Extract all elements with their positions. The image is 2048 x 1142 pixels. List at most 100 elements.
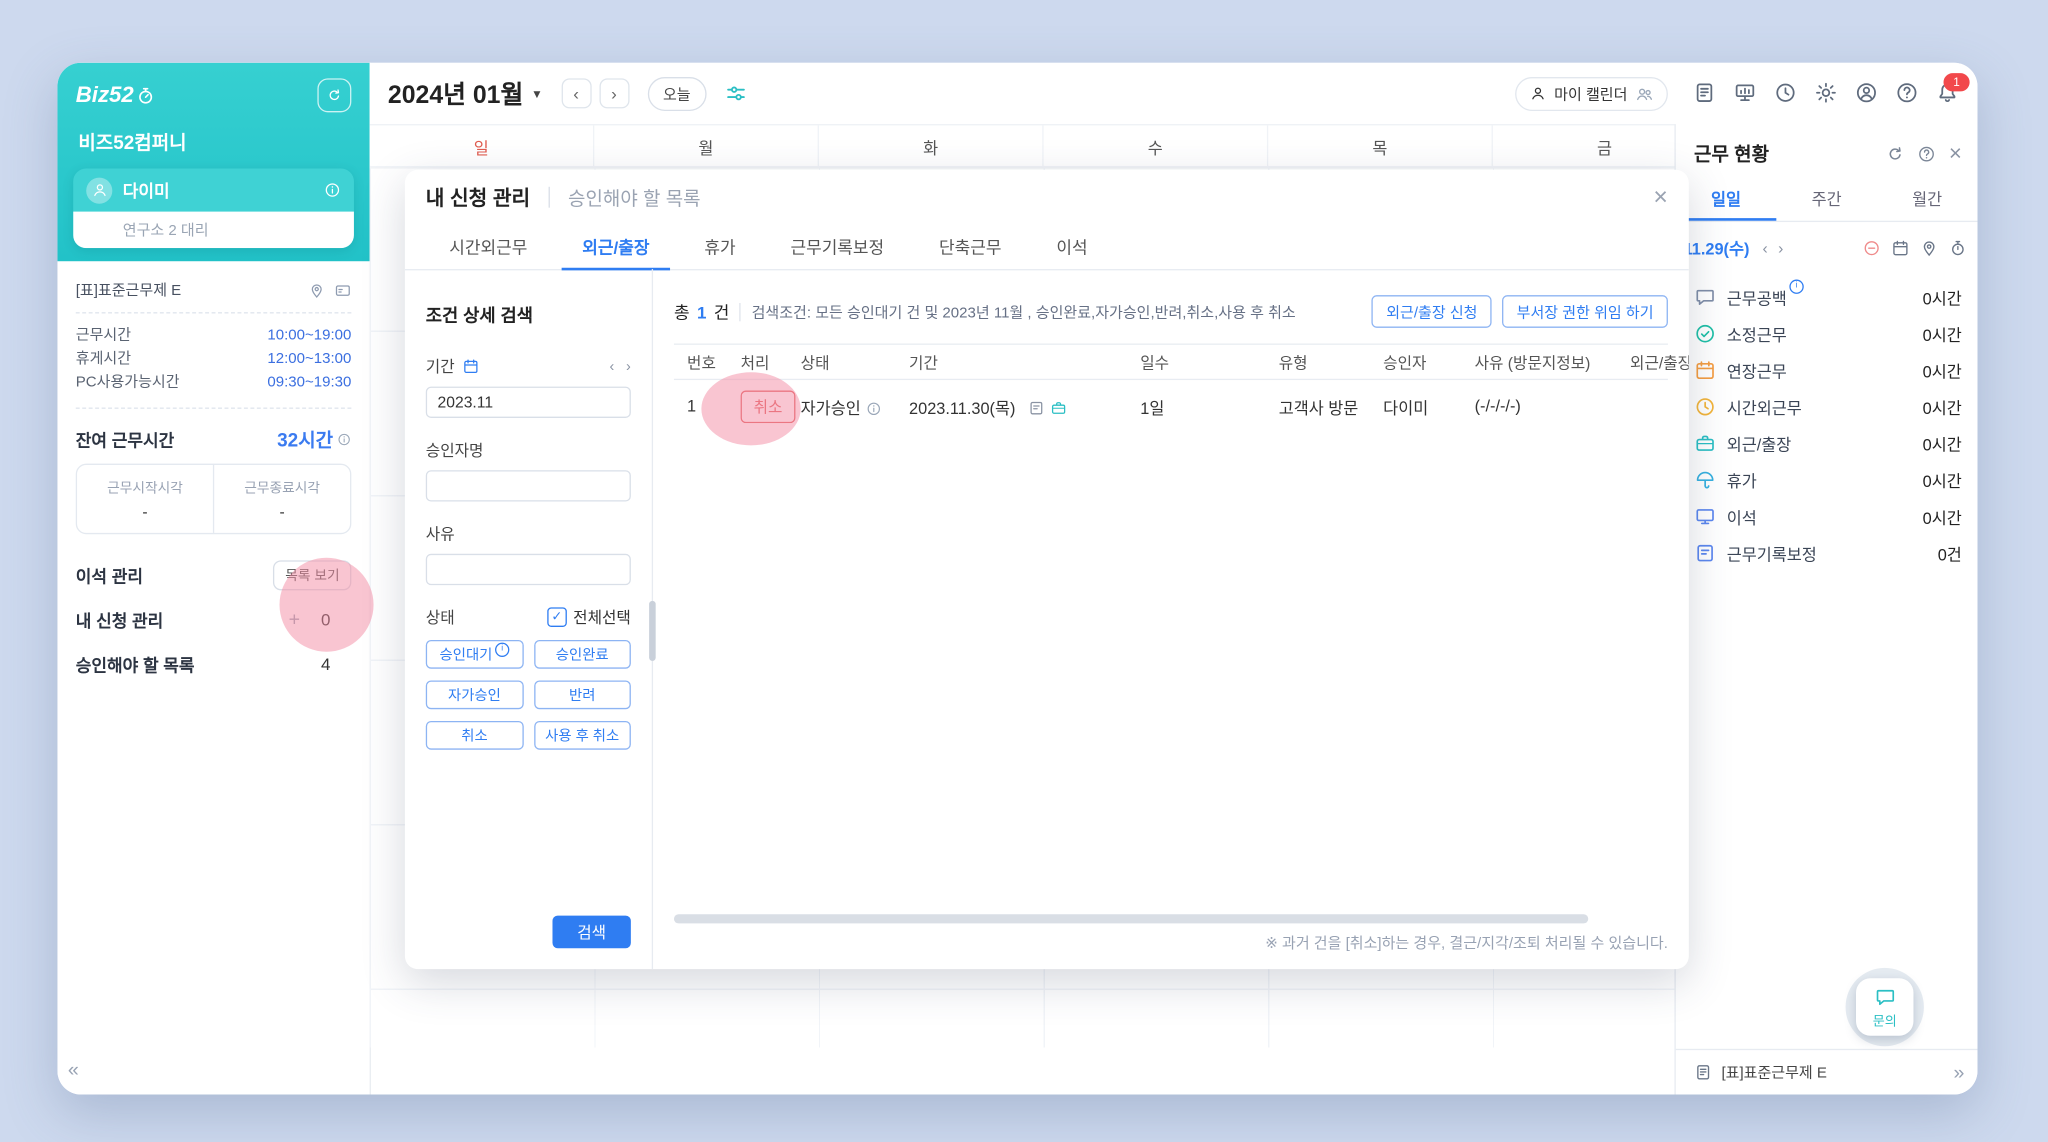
sidebar: Biz52 비즈52컴퍼니 다이미 연구소 2 대리 [표]표준근무제 E 근무…	[57, 62, 371, 1095]
help-icon[interactable]	[1917, 144, 1935, 162]
stat-away: 이석 0시간	[1694, 498, 1962, 535]
tab-business-trip[interactable]: 외근/출장	[561, 225, 671, 271]
calendar-icon[interactable]	[1891, 238, 1909, 256]
status-rejected-button[interactable]: 반려	[533, 680, 631, 710]
stat-label: 외근/출장	[1726, 435, 1792, 454]
stat-value: 0시간	[1922, 472, 1962, 491]
work-time-value: 10:00~19:00	[267, 327, 352, 344]
status-self-approved-button[interactable]: 자가승인	[425, 680, 524, 710]
next-month-button[interactable]: ›	[598, 78, 629, 109]
horizontal-scrollbar[interactable]	[673, 914, 1589, 924]
help-icon[interactable]	[1895, 81, 1919, 105]
stat-label: 근무기록보정	[1726, 545, 1817, 564]
sidebar-item-my-requests[interactable]: 내 신청 관리 + 0	[76, 597, 352, 641]
id-card-icon[interactable]	[334, 281, 351, 298]
checkbox-icon: ✓	[547, 607, 567, 627]
people-icon	[1635, 84, 1653, 102]
timer-icon[interactable]	[1949, 238, 1967, 256]
info-icon[interactable]	[324, 182, 341, 199]
my-calendar-button[interactable]: 마이 캘린더	[1514, 76, 1668, 111]
table-row[interactable]: 1 취소 자가승인 2023.11.30(목) 1일 고객사 방문 다이미 (-…	[674, 380, 1668, 432]
prev-month-button[interactable]: ‹	[561, 78, 592, 109]
reason-input[interactable]	[425, 553, 631, 586]
user-name: 다이미	[122, 181, 170, 202]
period-next-icon[interactable]: ›	[626, 359, 631, 375]
prev-day-icon[interactable]: ‹	[1763, 238, 1768, 256]
sidebar-item-approvals[interactable]: 승인해야 할 목록 4	[76, 641, 352, 685]
close-icon[interactable]: ×	[1949, 142, 1962, 164]
cancel-footnote: ※ 과거 건을 [취소]하는 경우, 결근/지각/조퇴 처리될 수 있습니다.	[1265, 936, 1668, 953]
refresh-icon[interactable]	[1886, 144, 1904, 162]
stat-value: 0시간	[1922, 435, 1962, 454]
status-canceled-after-use-button[interactable]: 사용 후 취소	[533, 720, 631, 750]
add-request-icon[interactable]: +	[289, 608, 300, 630]
close-icon[interactable]: ×	[1653, 185, 1668, 210]
sync-button[interactable]	[317, 78, 352, 113]
record-icon[interactable]	[1028, 399, 1045, 416]
sidebar-item-away-management[interactable]: 이석 관리 목록 보기	[76, 552, 352, 596]
gear-icon[interactable]	[1814, 81, 1838, 105]
stat-value: 0시간	[1922, 399, 1962, 418]
location-pin-icon[interactable]	[308, 281, 325, 298]
request-business-trip-button[interactable]: 외근/출장 신청	[1371, 295, 1492, 328]
dashboard-icon[interactable]	[1733, 81, 1757, 105]
month-dropdown-caret-icon[interactable]: ▼	[531, 87, 543, 100]
location-pin-icon[interactable]	[1920, 238, 1938, 256]
period-label: 기간	[425, 357, 455, 377]
view-list-button[interactable]: 목록 보기	[273, 559, 352, 590]
period-prev-icon[interactable]: ‹	[610, 359, 615, 375]
note-icon	[1694, 541, 1716, 563]
tab-weekly[interactable]: 주간	[1776, 178, 1877, 221]
work-time-label: 근무시간	[75, 327, 132, 344]
today-button[interactable]: 오늘	[647, 76, 707, 111]
tab-monthly[interactable]: 월간	[1877, 178, 1978, 221]
my-requests-modal: 내 신청 관리 승인해야 할 목록 × 시간외근무 외근/출장 휴가 근무기록보…	[404, 169, 1689, 970]
bell-icon[interactable]: 1	[1936, 73, 1970, 105]
umbrella-icon	[1694, 468, 1716, 490]
reason-label: 사유	[425, 525, 455, 544]
user-title: 연구소 2 대리	[73, 211, 354, 249]
modal-tabs: 시간외근무 외근/출장 휴가 근무기록보정 단축근무 이석	[404, 225, 1689, 271]
cell-days: 1일	[1140, 399, 1165, 418]
board-list-icon[interactable]	[1693, 81, 1717, 105]
tab-daily[interactable]: 일일	[1675, 178, 1777, 221]
info-icon[interactable]: i	[1789, 278, 1804, 294]
tab-record-correction[interactable]: 근무기록보정	[770, 225, 906, 271]
info-icon[interactable]	[865, 401, 881, 417]
tab-vacation[interactable]: 휴가	[683, 225, 756, 271]
info-icon[interactable]	[337, 432, 351, 446]
clock-icon	[1694, 395, 1716, 417]
briefcase-icon[interactable]	[1050, 399, 1067, 416]
approver-input[interactable]	[425, 470, 631, 502]
tab-away[interactable]: 이석	[1035, 225, 1108, 271]
tab-overtime[interactable]: 시간외근무	[428, 225, 548, 271]
month-label: 2024년 01월	[387, 82, 524, 110]
next-day-icon[interactable]: ›	[1778, 238, 1783, 256]
pc-time-row: PC사용가능시간 09:30~19:30	[76, 371, 352, 395]
approvals-count: 4	[320, 653, 331, 674]
tab-reduced-work[interactable]: 단축근무	[918, 225, 1022, 271]
weekday-tue: 화	[819, 125, 1044, 168]
status-canceled-button[interactable]: 취소	[425, 720, 524, 750]
status-approved-button[interactable]: 승인완료	[533, 639, 631, 669]
filter-sliders-icon[interactable]	[725, 82, 747, 104]
delegate-authority-button[interactable]: 부서장 권한 위임 하기	[1502, 295, 1668, 328]
calendar-toggle-icon[interactable]	[462, 358, 479, 375]
away-management-label: 이석 관리	[75, 566, 143, 586]
cell-type: 고객사 방문	[1278, 399, 1359, 418]
sidebar-header: Biz52 비즈52컴퍼니 다이미 연구소 2 대리	[57, 62, 370, 262]
collapse-sidebar-icon[interactable]: «	[68, 1059, 79, 1081]
status-pending-button[interactable]: 승인대기 i	[425, 639, 524, 669]
work-end-cell: 근무종료시각 -	[212, 464, 350, 533]
profile-icon[interactable]	[1855, 81, 1879, 105]
cancel-button[interactable]: 취소	[740, 389, 796, 423]
weekday-thu: 목	[1268, 125, 1493, 168]
inquiry-button[interactable]: 문의	[1855, 978, 1914, 1036]
stat-label: 휴가	[1726, 472, 1757, 491]
collapse-panel-icon[interactable]: »	[1954, 1061, 1965, 1083]
search-button[interactable]: 검색	[552, 915, 631, 949]
minus-circle-icon[interactable]	[1863, 238, 1881, 256]
select-all-checkbox[interactable]: ✓ 전체선택	[547, 606, 631, 628]
period-input[interactable]	[425, 386, 631, 418]
clock-icon[interactable]	[1774, 81, 1798, 105]
